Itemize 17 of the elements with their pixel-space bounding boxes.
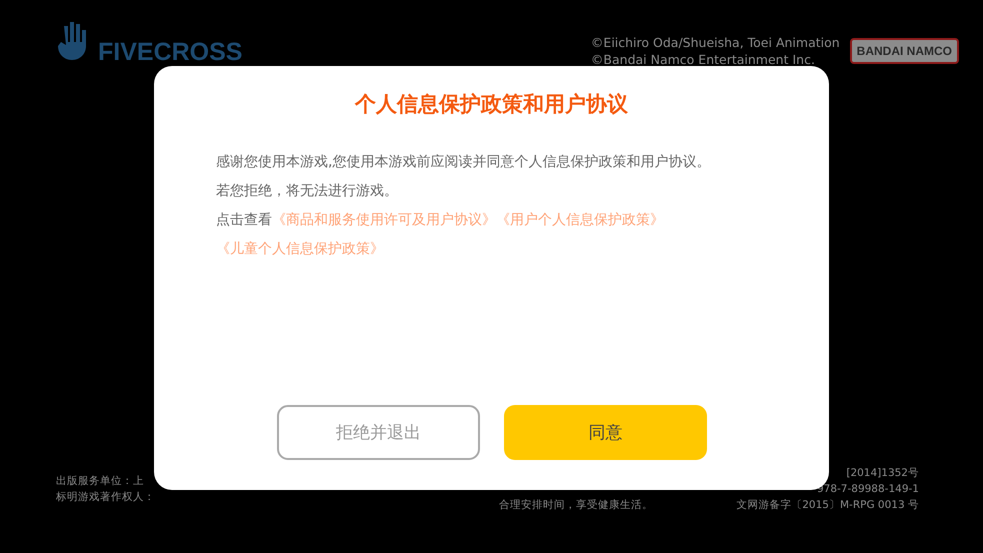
copyright-text: ©Bandai Namco Entertainment Inc. — [590, 51, 816, 68]
policy-link[interactable]: 《儿童个人信息保护政策》 — [216, 241, 384, 257]
license-text: 978-7-89988-149-1 — [816, 482, 919, 497]
license-text: 合理安排时间，享受健康生活。 — [499, 498, 654, 513]
copyright-text: ©Eiichiro Oda/Shueisha, Toei Animation — [590, 34, 840, 51]
policy-link[interactable]: 《用户个人信息保护政策》 — [496, 212, 664, 228]
publisher-logo: BANDAI NAMCO — [850, 38, 959, 64]
license-text: 标明游戏著作权人： — [56, 490, 156, 505]
license-text: 文网游备字〔2015〕M-RPG 0013 号 — [736, 498, 919, 513]
decline-button[interactable]: 拒绝并退出 — [277, 405, 480, 460]
consent-paragraph: 感谢您使用本游戏,您使用本游戏前应阅读并同意个人信息保护政策和用户协议。 若您拒绝，将无法进行游戏。 点击查看《商品和服务使用许可及用户协议》《用户个人信息保护政策》 《儿童个人信息保护政策》 — [216, 153, 712, 259]
license-text: 出版服务单位：上 — [56, 474, 145, 489]
policy-link[interactable]: 《商品和服务使用许可及用户协议》 — [272, 212, 496, 228]
license-text: [2014]1352号 — [846, 466, 919, 481]
agree-button[interactable]: 同意 — [504, 405, 707, 460]
dialog-title: 个人信息保护政策和用户协议 — [354, 91, 629, 118]
logo-text: FIVECROSS — [98, 40, 242, 64]
